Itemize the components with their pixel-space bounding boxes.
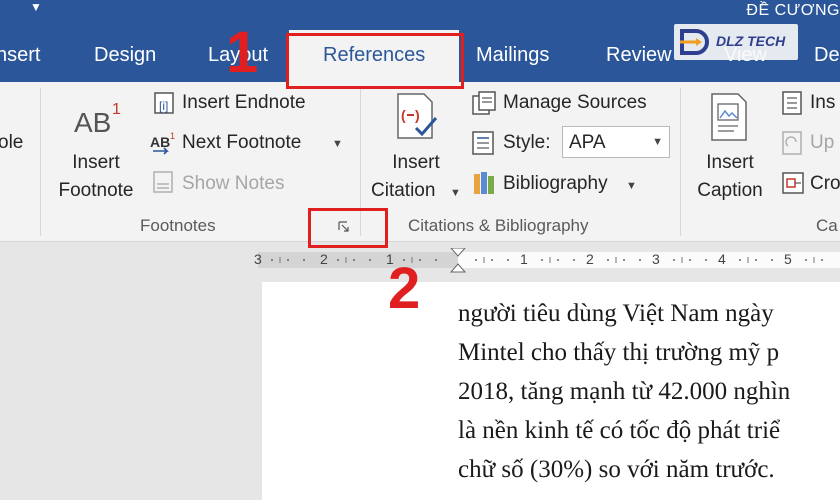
word-window: ▼ ĐỀ CƯƠNG nsert Design Layout Reference… [0, 0, 840, 500]
document-text-line[interactable]: người tiêu dùng Việt Nam ngày [458, 300, 774, 328]
insert-endnote-icon[interactable]: [i] [150, 90, 176, 116]
dialog-launcher-highlight [308, 208, 388, 248]
quick-access-dropdown-icon[interactable]: ▼ [30, 0, 42, 14]
style-icon [470, 130, 498, 156]
svg-text:1: 1 [170, 131, 175, 141]
references-tab-highlight [286, 33, 464, 89]
insert-endnote-label[interactable]: Insert Endnote [182, 92, 306, 114]
next-footnote-dropdown-icon[interactable]: ▼ [332, 138, 343, 150]
style-select-value: APA [569, 132, 606, 153]
manage-sources-label[interactable]: Manage Sources [503, 92, 647, 114]
bibliography-label[interactable]: Bibliography [503, 173, 608, 195]
watermark-logo: DLZ TECH [674, 24, 798, 60]
cross-reference-icon[interactable] [780, 170, 806, 196]
svg-text:(: ( [401, 107, 406, 123]
svg-text:AB: AB [74, 107, 111, 138]
insert-citation-dropdown-icon[interactable]: ▼ [450, 187, 461, 199]
tab-insert[interactable]: nsert [0, 44, 40, 67]
insert-citation-label-1[interactable]: Insert [376, 152, 456, 174]
bibliography-dropdown-icon[interactable]: ▼ [626, 180, 637, 192]
insert-caption-label-2[interactable]: Caption [688, 180, 772, 202]
horizontal-ruler[interactable]: 3 2 1 1 2 3 4 5 [254, 247, 840, 274]
svg-text:[i]: [i] [159, 99, 168, 113]
footnotes-group-label: Footnotes [140, 216, 216, 235]
insert-citation-label-2[interactable]: Citation [371, 180, 435, 202]
style-select[interactable]: APA ▼ [562, 126, 670, 158]
ruler-label: 1 [520, 251, 528, 267]
style-label: Style: [503, 132, 551, 153]
document-text-line[interactable]: Mintel cho thấy thị trường mỹ p [458, 339, 779, 367]
svg-text:AB: AB [150, 134, 170, 150]
svg-text:): ) [415, 107, 420, 123]
show-notes-label: Show Notes [182, 173, 285, 194]
tab-review[interactable]: Review [606, 44, 672, 67]
tab-developer[interactable]: De [814, 44, 840, 67]
bibliography-icon[interactable] [470, 170, 498, 196]
style-dropdown-icon[interactable]: ▼ [652, 136, 663, 148]
document-title: ĐỀ CƯƠNG [746, 2, 840, 19]
ribbon-separator [680, 88, 681, 236]
manage-sources-icon[interactable] [470, 90, 498, 116]
next-footnote-label[interactable]: Next Footnote [182, 132, 301, 154]
ruler-label: 5 [784, 251, 792, 267]
ruler-label: 3 [254, 251, 262, 267]
ribbon-separator [40, 88, 41, 236]
svg-text:1: 1 [112, 101, 121, 118]
insert-footnote-label-2[interactable]: Footnote [50, 180, 142, 202]
insert-citation-icon[interactable]: ( ) [392, 90, 442, 142]
next-footnote-icon[interactable]: AB 1 [150, 130, 178, 156]
document-text-line[interactable]: là nền kinh tế có tốc độ phát triể [458, 417, 780, 445]
watermark-text: DLZ TECH [716, 33, 786, 49]
show-notes-icon [152, 170, 174, 194]
step-number-1: 1 [226, 20, 259, 85]
document-text-line[interactable]: 2018, tăng mạnh từ 42.000 nghìn [458, 378, 790, 406]
captions-group-label: Ca [816, 216, 838, 235]
ruler-label: 2 [586, 251, 594, 267]
insert-table-of-figures-label[interactable]: Ins [810, 92, 835, 114]
ribbon: ole AB 1 Insert Footnote [i] Insert Endn… [0, 82, 840, 242]
step-number-2: 2 [388, 256, 421, 321]
ruler-label: 2 [320, 251, 328, 267]
update-table-label: Up [810, 132, 835, 153]
insert-footnote-label-1[interactable]: Insert [56, 152, 136, 174]
insert-caption-icon[interactable] [708, 90, 752, 144]
cross-reference-label[interactable]: Cro [810, 173, 840, 195]
insert-footnote-icon[interactable]: AB 1 [72, 94, 122, 138]
citations-group-label: Citations & Bibliography [408, 216, 589, 235]
insert-table-of-figures-icon[interactable] [780, 90, 804, 116]
tab-mailings[interactable]: Mailings [476, 44, 549, 67]
ruler-label: 3 [652, 251, 660, 267]
ruler-label: 4 [718, 251, 726, 267]
document-text-line[interactable]: chữ số (30%) so với năm trước. [458, 456, 775, 484]
partial-left-command[interactable]: ole [0, 132, 23, 154]
update-table-icon [780, 130, 804, 156]
dlz-logo-icon [680, 29, 709, 55]
tab-design[interactable]: Design [94, 44, 156, 67]
insert-caption-label-1[interactable]: Insert [690, 152, 770, 174]
